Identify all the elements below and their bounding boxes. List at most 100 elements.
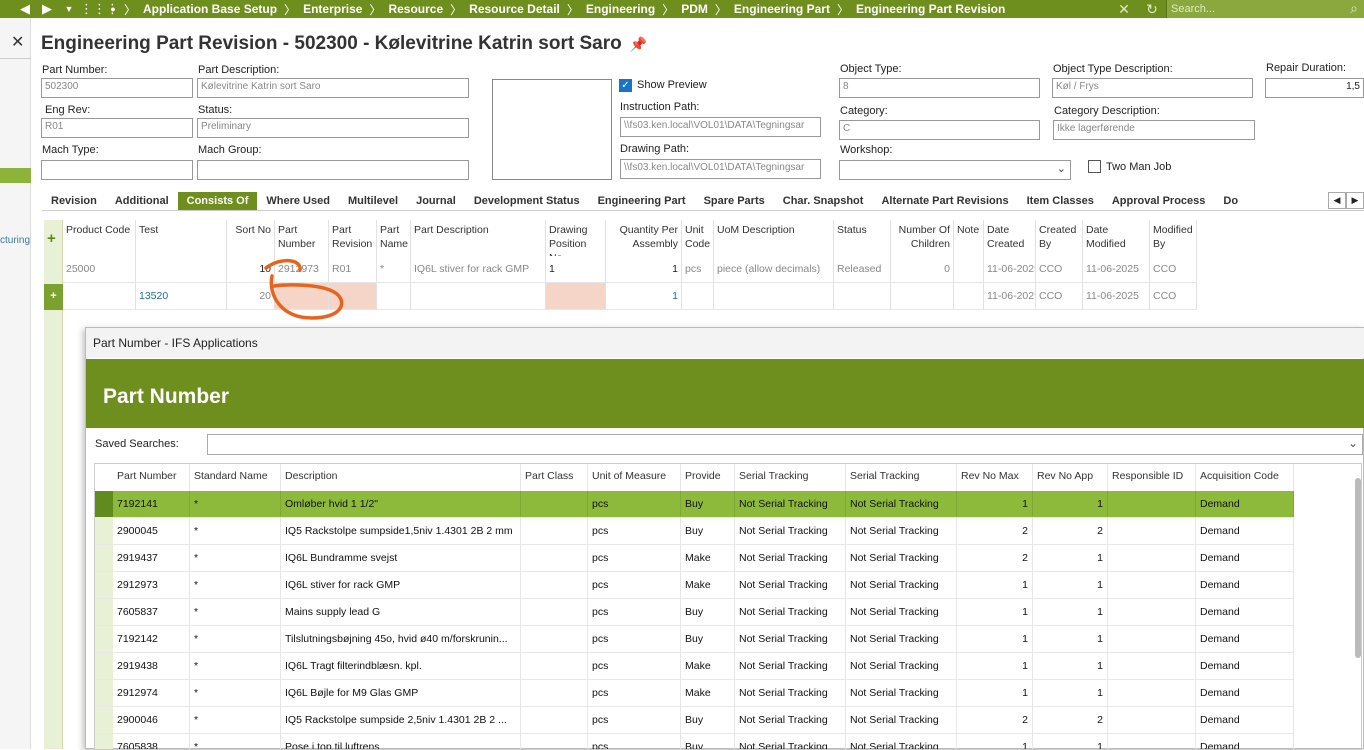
- eng-rev-field[interactable]: R01: [41, 118, 193, 138]
- back-icon[interactable]: ◀: [14, 1, 36, 17]
- table-cell[interactable]: 2: [1033, 707, 1108, 733]
- table-cell[interactable]: Not Serial Tracking: [735, 680, 846, 706]
- table-cell[interactable]: Buy: [681, 599, 735, 625]
- table-cell[interactable]: pcs: [588, 599, 681, 625]
- table-cell[interactable]: [1108, 680, 1196, 706]
- tab-additional[interactable]: Additional: [106, 192, 178, 210]
- table-cell[interactable]: 2919438: [113, 653, 190, 679]
- table-cell[interactable]: Not Serial Tracking: [735, 599, 846, 625]
- workshop-select[interactable]: ⌄: [839, 160, 1071, 180]
- table-cell[interactable]: Demand: [1196, 653, 1294, 679]
- table-cell[interactable]: pcs: [682, 256, 714, 282]
- tab-engineering-part[interactable]: Engineering Part: [589, 192, 695, 210]
- column-header[interactable]: Status: [834, 220, 891, 256]
- column-header[interactable]: Created By: [1036, 220, 1083, 256]
- table-cell[interactable]: *: [190, 734, 281, 749]
- breadcrumb-item[interactable]: PDM: [674, 2, 715, 16]
- table-cell[interactable]: Not Serial Tracking: [846, 545, 957, 571]
- row-selector[interactable]: [95, 680, 113, 706]
- table-cell[interactable]: 1: [606, 256, 682, 282]
- apps-grid-icon[interactable]: ⋮⋮⋮: [80, 1, 119, 17]
- table-cell[interactable]: 0: [891, 256, 954, 282]
- tab-journal[interactable]: Journal: [407, 192, 465, 210]
- table-row[interactable]: 25000 10 2912973 R01 * IQ6L stiver for rack G…: [63, 256, 1197, 283]
- table-cell[interactable]: IQ6L Bundramme svejst: [281, 545, 521, 571]
- table-cell[interactable]: *: [190, 545, 281, 571]
- table-cell[interactable]: pcs: [588, 653, 681, 679]
- column-header[interactable]: Description: [281, 464, 521, 491]
- table-cell[interactable]: Make: [681, 545, 735, 571]
- column-header[interactable]: Rev No App: [1033, 464, 1108, 491]
- tab-scroll-right-icon[interactable]: ▶: [1346, 192, 1364, 209]
- table-cell[interactable]: Make: [681, 572, 735, 598]
- table-cell[interactable]: Demand: [1196, 734, 1294, 749]
- table-cell[interactable]: *: [190, 599, 281, 625]
- breadcrumb-item[interactable]: Resource Detail: [462, 2, 567, 16]
- table-cell[interactable]: 1: [546, 256, 606, 282]
- table-cell[interactable]: Pose i top til luftrens: [281, 734, 521, 749]
- category-field[interactable]: C: [839, 120, 1040, 140]
- table-cell[interactable]: *: [190, 518, 281, 544]
- table-cell[interactable]: [682, 283, 714, 309]
- table-cell[interactable]: [136, 256, 227, 282]
- table-cell[interactable]: [1108, 626, 1196, 652]
- row-selector[interactable]: [95, 599, 113, 625]
- column-header[interactable]: Product Code: [63, 220, 136, 256]
- table-cell[interactable]: *: [190, 572, 281, 598]
- table-cell[interactable]: [1108, 572, 1196, 598]
- column-header[interactable]: Quantity Per Assembly: [606, 220, 682, 256]
- column-header[interactable]: Note: [954, 220, 984, 256]
- breadcrumb-item[interactable]: Enterprise: [296, 2, 369, 16]
- table-cell[interactable]: [521, 626, 588, 652]
- table-cell[interactable]: 2: [1033, 518, 1108, 544]
- tab-alternate-part-revisions[interactable]: Alternate Part Revisions: [872, 192, 1017, 210]
- table-cell[interactable]: IQ5 Rackstolpe sumpside 2,5niv 1.4301 2B…: [281, 707, 521, 733]
- table-cell[interactable]: Mains supply lead G: [281, 599, 521, 625]
- tab-approval-process[interactable]: Approval Process: [1103, 192, 1215, 210]
- table-cell[interactable]: 1: [957, 626, 1033, 652]
- table-cell[interactable]: Not Serial Tracking: [846, 491, 957, 517]
- table-cell[interactable]: pcs: [588, 518, 681, 544]
- breadcrumb-item[interactable]: Resource: [381, 2, 450, 16]
- column-header[interactable]: Serial Tracking: [846, 464, 957, 491]
- column-header[interactable]: Drawing Position No: [546, 220, 606, 256]
- table-cell[interactable]: IQ6L Tragt filterindblæsn. kpl.: [281, 653, 521, 679]
- table-cell[interactable]: *: [377, 256, 411, 282]
- table-row[interactable]: 2919438 * IQ6L Tragt filterindblæsn. kpl. p…: [95, 653, 1294, 680]
- table-cell[interactable]: Not Serial Tracking: [735, 518, 846, 544]
- table-cell[interactable]: [891, 283, 954, 309]
- table-cell[interactable]: Demand: [1196, 626, 1294, 652]
- part-number-field[interactable]: 502300: [41, 78, 193, 98]
- table-cell[interactable]: Demand: [1196, 599, 1294, 625]
- breadcrumb-item[interactable]: Engineering Part Revision: [849, 2, 1012, 16]
- table-cell[interactable]: [1108, 653, 1196, 679]
- table-cell[interactable]: CCO: [1150, 256, 1197, 282]
- row-selector[interactable]: [95, 734, 113, 749]
- column-header[interactable]: Test: [136, 220, 227, 256]
- table-cell[interactable]: Not Serial Tracking: [735, 545, 846, 571]
- table-row[interactable]: 2900046 * IQ5 Rackstolpe sumpside 2,5niv 1…: [95, 707, 1294, 734]
- table-cell[interactable]: 2: [957, 518, 1033, 544]
- row-selector[interactable]: [95, 518, 113, 544]
- table-cell[interactable]: 1: [606, 283, 682, 309]
- table-cell[interactable]: 2900046: [113, 707, 190, 733]
- table-cell[interactable]: Buy: [681, 518, 735, 544]
- table-cell[interactable]: 7192141: [113, 491, 190, 517]
- table-cell[interactable]: 1: [957, 653, 1033, 679]
- table-cell[interactable]: Make: [681, 680, 735, 706]
- nav-item-label[interactable]: cturing: [0, 235, 30, 246]
- scrollbar[interactable]: [1355, 478, 1361, 658]
- table-cell[interactable]: 25000: [63, 256, 136, 282]
- table-cell[interactable]: 1: [957, 599, 1033, 625]
- table-cell[interactable]: [521, 707, 588, 733]
- part-description-field[interactable]: Kølevitrine Katrin sort Saro: [197, 78, 469, 98]
- table-cell[interactable]: 1: [957, 734, 1033, 749]
- table-cell[interactable]: Omløber hvid 1 1/2": [281, 491, 521, 517]
- table-row[interactable]: 2919437 * IQ6L Bundramme svejst pcs Make Not …: [95, 545, 1294, 572]
- table-cell[interactable]: 1: [1033, 653, 1108, 679]
- table-cell[interactable]: [834, 283, 891, 309]
- table-cell[interactable]: Not Serial Tracking: [735, 653, 846, 679]
- table-cell[interactable]: pcs: [588, 707, 681, 733]
- table-cell[interactable]: [1108, 734, 1196, 749]
- table-cell[interactable]: 11-06-2025: [984, 283, 1036, 309]
